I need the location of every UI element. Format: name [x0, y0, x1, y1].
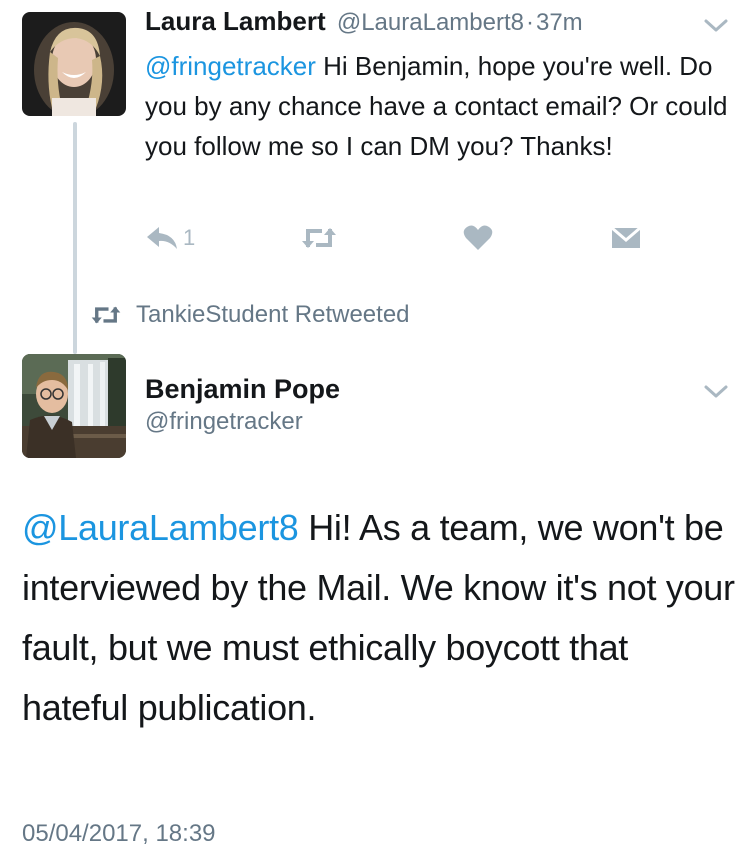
tweet-2-author-name[interactable]: Benjamin Pope [145, 374, 340, 405]
tweet-1-time[interactable]: 37m [536, 9, 583, 36]
reply-button[interactable]: 1 [145, 218, 195, 258]
thread-connector-line [73, 122, 77, 354]
envelope-icon [611, 227, 641, 248]
heart-icon [463, 225, 493, 250]
tweet-1-author-handle[interactable]: @LauraLambert8 [337, 9, 524, 36]
reply-count: 1 [183, 225, 196, 250]
tweet-2-timestamp[interactable]: 05/04/2017, 18:39 [22, 820, 216, 848]
reply-icon [147, 227, 177, 249]
retweet-context-label[interactable]: TankieStudent Retweeted [136, 301, 410, 329]
avatar-image [22, 12, 126, 116]
avatar-laura-lambert[interactable] [22, 12, 126, 116]
tweet-1-header: Laura Lambert @LauraLambert8·37m [145, 6, 583, 37]
chevron-down-icon [704, 385, 728, 398]
retweet-context: TankieStudent Retweeted [90, 300, 410, 330]
tweet-2-menu-button[interactable] [702, 382, 730, 402]
direct-message-button[interactable] [611, 218, 641, 258]
tweet-2-text: @LauraLambert8 Hi! As a team, we won't b… [22, 498, 737, 738]
avatar-benjamin-pope[interactable] [22, 354, 126, 458]
like-button[interactable] [463, 218, 493, 258]
tweet-1-text: @fringetracker Hi Benjamin, hope you're … [145, 46, 735, 166]
tweet-1-author-name[interactable]: Laura Lambert [145, 6, 326, 36]
tweet-1-mention-link[interactable]: @fringetracker [145, 51, 316, 81]
tweet-1-menu-button[interactable] [702, 16, 730, 36]
tweet-2-author-handle[interactable]: @fringetracker [145, 408, 303, 436]
retweet-button[interactable] [300, 218, 338, 258]
tweet-1-action-bar: 1 [145, 218, 645, 258]
avatar-image [22, 354, 126, 458]
chevron-down-icon [704, 19, 728, 32]
tweet-1-separator: · [525, 9, 534, 36]
retweet-icon [91, 306, 121, 324]
tweet-2-mention-link[interactable]: @LauraLambert8 [22, 507, 299, 548]
retweet-icon [302, 228, 336, 248]
